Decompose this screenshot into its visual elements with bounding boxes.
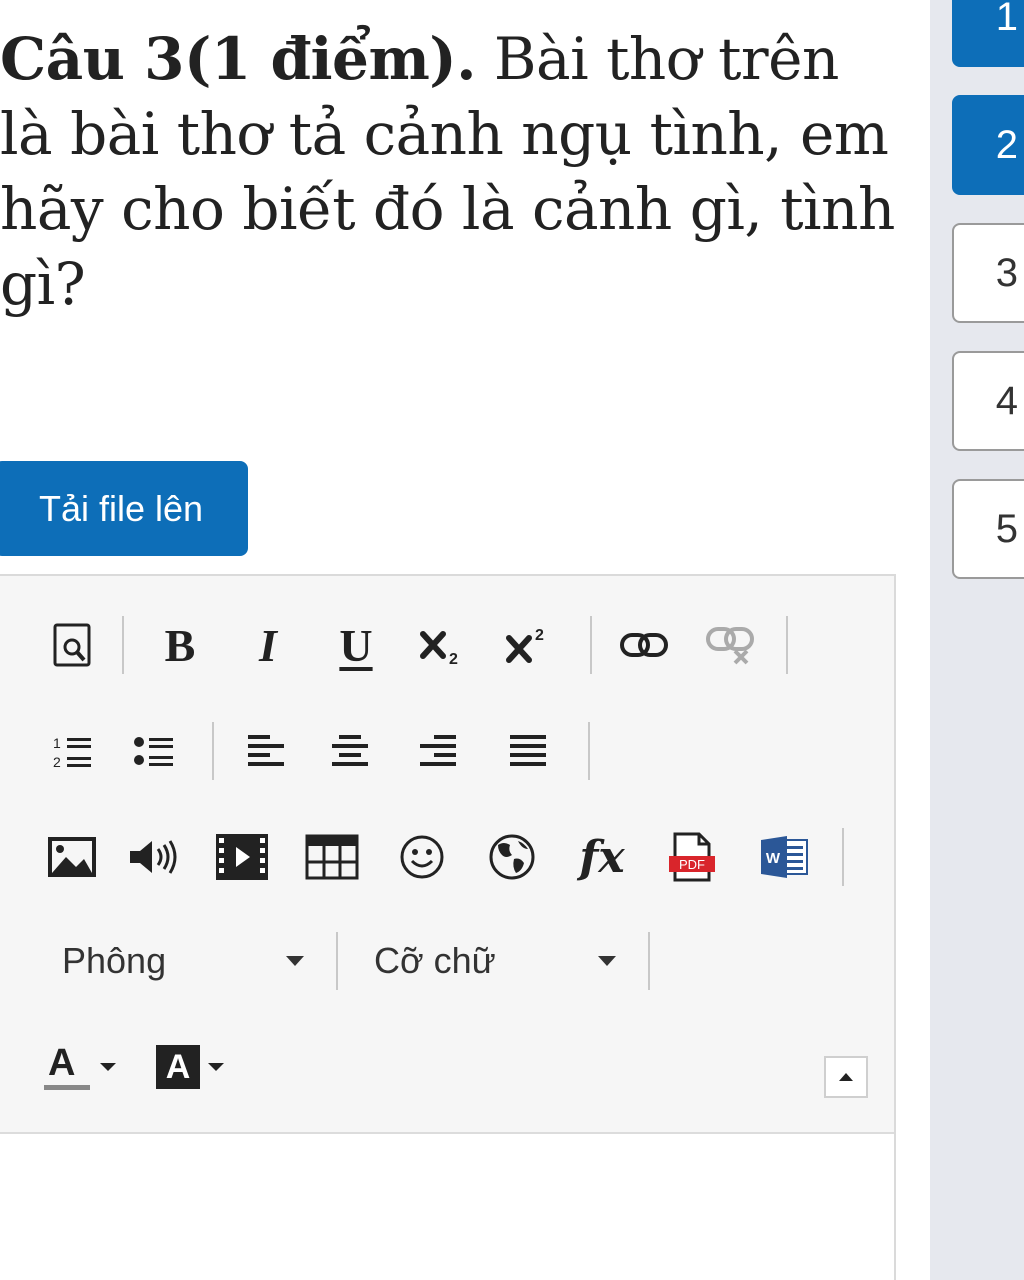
font-size-value: Cỡ chữ: [374, 940, 496, 981]
toolbar-row-font: Phông Cỡ chữ: [0, 926, 894, 996]
text-color-icon: A: [44, 1042, 94, 1092]
formula-icon: fx: [579, 831, 625, 883]
toolbar-row-paragraph: 1 2: [0, 716, 894, 786]
ordered-list-icon: 1 2: [53, 735, 91, 770]
bold-button[interactable]: B: [148, 610, 212, 680]
video-icon: [216, 834, 268, 880]
chevron-down-icon: [286, 956, 304, 966]
toolbar-row-colors: A A: [0, 1032, 894, 1102]
collapse-icon: [839, 1073, 853, 1081]
superscript-button[interactable]: 2: [496, 610, 560, 680]
insert-emoji-button[interactable]: [390, 822, 454, 892]
emoji-icon: [400, 835, 444, 879]
toolbar-separator: [588, 722, 590, 780]
ordered-list-button[interactable]: 1 2: [40, 716, 104, 786]
upload-file-button[interactable]: Tải file lên: [0, 461, 248, 556]
question-text: Câu 3(1 điểm). Bài thơ trên là bài thơ t…: [0, 22, 900, 322]
word-icon: W: [761, 836, 808, 878]
text-color-button[interactable]: A: [44, 1032, 128, 1102]
question-nav-1[interactable]: 1: [952, 0, 1024, 67]
word-label: W: [766, 850, 781, 867]
italic-button[interactable]: I: [236, 610, 300, 680]
align-right-icon: [420, 735, 456, 766]
align-center-button[interactable]: [318, 716, 382, 786]
toolbar-separator: [590, 616, 592, 674]
insert-video-button[interactable]: [210, 822, 274, 892]
bullet-list-icon: [134, 737, 173, 766]
question-nav-1-label: 1: [995, 0, 1018, 39]
svg-text:2: 2: [53, 754, 61, 770]
question-nav-2[interactable]: 2: [952, 95, 1024, 195]
pdf-icon: PDF: [669, 832, 715, 882]
editor-toolbar: B I U 2 2 1 2 fx PDF W Phông Cỡ chữ A A: [0, 576, 894, 1134]
audio-icon: [130, 840, 177, 874]
toolbar-separator: [336, 932, 338, 990]
chevron-down-icon: [100, 1063, 116, 1071]
svg-text:2: 2: [449, 651, 458, 668]
font-family-select[interactable]: Phông: [62, 926, 322, 996]
toolbar-separator: [212, 722, 214, 780]
globe-icon: [489, 834, 535, 880]
unlink-button[interactable]: [700, 610, 764, 680]
pdf-label: PDF: [679, 857, 705, 872]
underline-icon: U: [339, 619, 373, 671]
question-nav-2-label: 2: [995, 122, 1018, 167]
question-label: Câu 3(1 điểm).: [0, 25, 476, 93]
subscript-button[interactable]: 2: [410, 610, 474, 680]
align-justify-button[interactable]: [496, 716, 560, 786]
svg-text:1: 1: [53, 735, 61, 751]
bold-icon: B: [164, 619, 196, 671]
rich-text-editor: B I U 2 2 1 2 fx PDF W Phông Cỡ chữ A A: [0, 574, 896, 1280]
image-icon: [48, 837, 96, 877]
toolbar-separator: [648, 932, 650, 990]
toolbar-separator: [786, 616, 788, 674]
align-left-button[interactable]: [234, 716, 298, 786]
table-icon: [305, 834, 359, 880]
question-nav-3-label: 3: [995, 250, 1018, 295]
insert-table-button[interactable]: [300, 822, 364, 892]
toolbar-separator: [842, 828, 844, 886]
align-center-icon: [332, 735, 368, 766]
background-color-button[interactable]: A: [156, 1032, 240, 1102]
font-family-value: Phông: [62, 940, 167, 981]
link-icon: [620, 633, 668, 657]
preview-button[interactable]: [40, 610, 104, 680]
question-nav-5[interactable]: 5: [952, 479, 1024, 579]
question-nav-4[interactable]: 4: [952, 351, 1024, 451]
toolbar-row-insert: fx PDF W: [0, 822, 894, 892]
toolbar-row-formatting: B I U 2 2: [0, 610, 894, 680]
link-button[interactable]: [612, 610, 676, 680]
align-justify-icon: [510, 735, 546, 766]
background-color-icon: A: [156, 1045, 200, 1089]
insert-audio-button[interactable]: [122, 822, 186, 892]
question-nav-4-label: 4: [995, 378, 1018, 423]
subscript-icon: 2: [420, 631, 458, 668]
font-size-select[interactable]: Cỡ chữ: [374, 926, 634, 996]
insert-pdf-button[interactable]: PDF: [660, 822, 724, 892]
editor-content-area[interactable]: [0, 1136, 894, 1280]
text-color-underline: [44, 1085, 90, 1090]
question-nav-3[interactable]: 3: [952, 223, 1024, 323]
preview-icon: [53, 623, 91, 667]
chevron-down-icon: [598, 956, 616, 966]
superscript-icon: 2: [506, 627, 544, 663]
underline-button[interactable]: U: [324, 610, 388, 680]
insert-formula-button[interactable]: fx: [570, 822, 634, 892]
insert-word-button[interactable]: W: [752, 822, 816, 892]
collapse-toolbar-button[interactable]: [824, 1056, 868, 1098]
question-nav-5-label: 5: [995, 506, 1018, 551]
insert-image-button[interactable]: [40, 822, 104, 892]
unlink-icon: [706, 627, 754, 665]
insert-link-globe-button[interactable]: [480, 822, 544, 892]
align-right-button[interactable]: [406, 716, 470, 786]
chevron-down-icon: [208, 1063, 224, 1071]
text-color-letter: A: [48, 1042, 76, 1084]
bullet-list-button[interactable]: [122, 716, 186, 786]
svg-text:2: 2: [535, 627, 544, 644]
toolbar-separator: [122, 616, 124, 674]
italic-icon: I: [259, 619, 277, 671]
align-left-icon: [248, 735, 284, 766]
